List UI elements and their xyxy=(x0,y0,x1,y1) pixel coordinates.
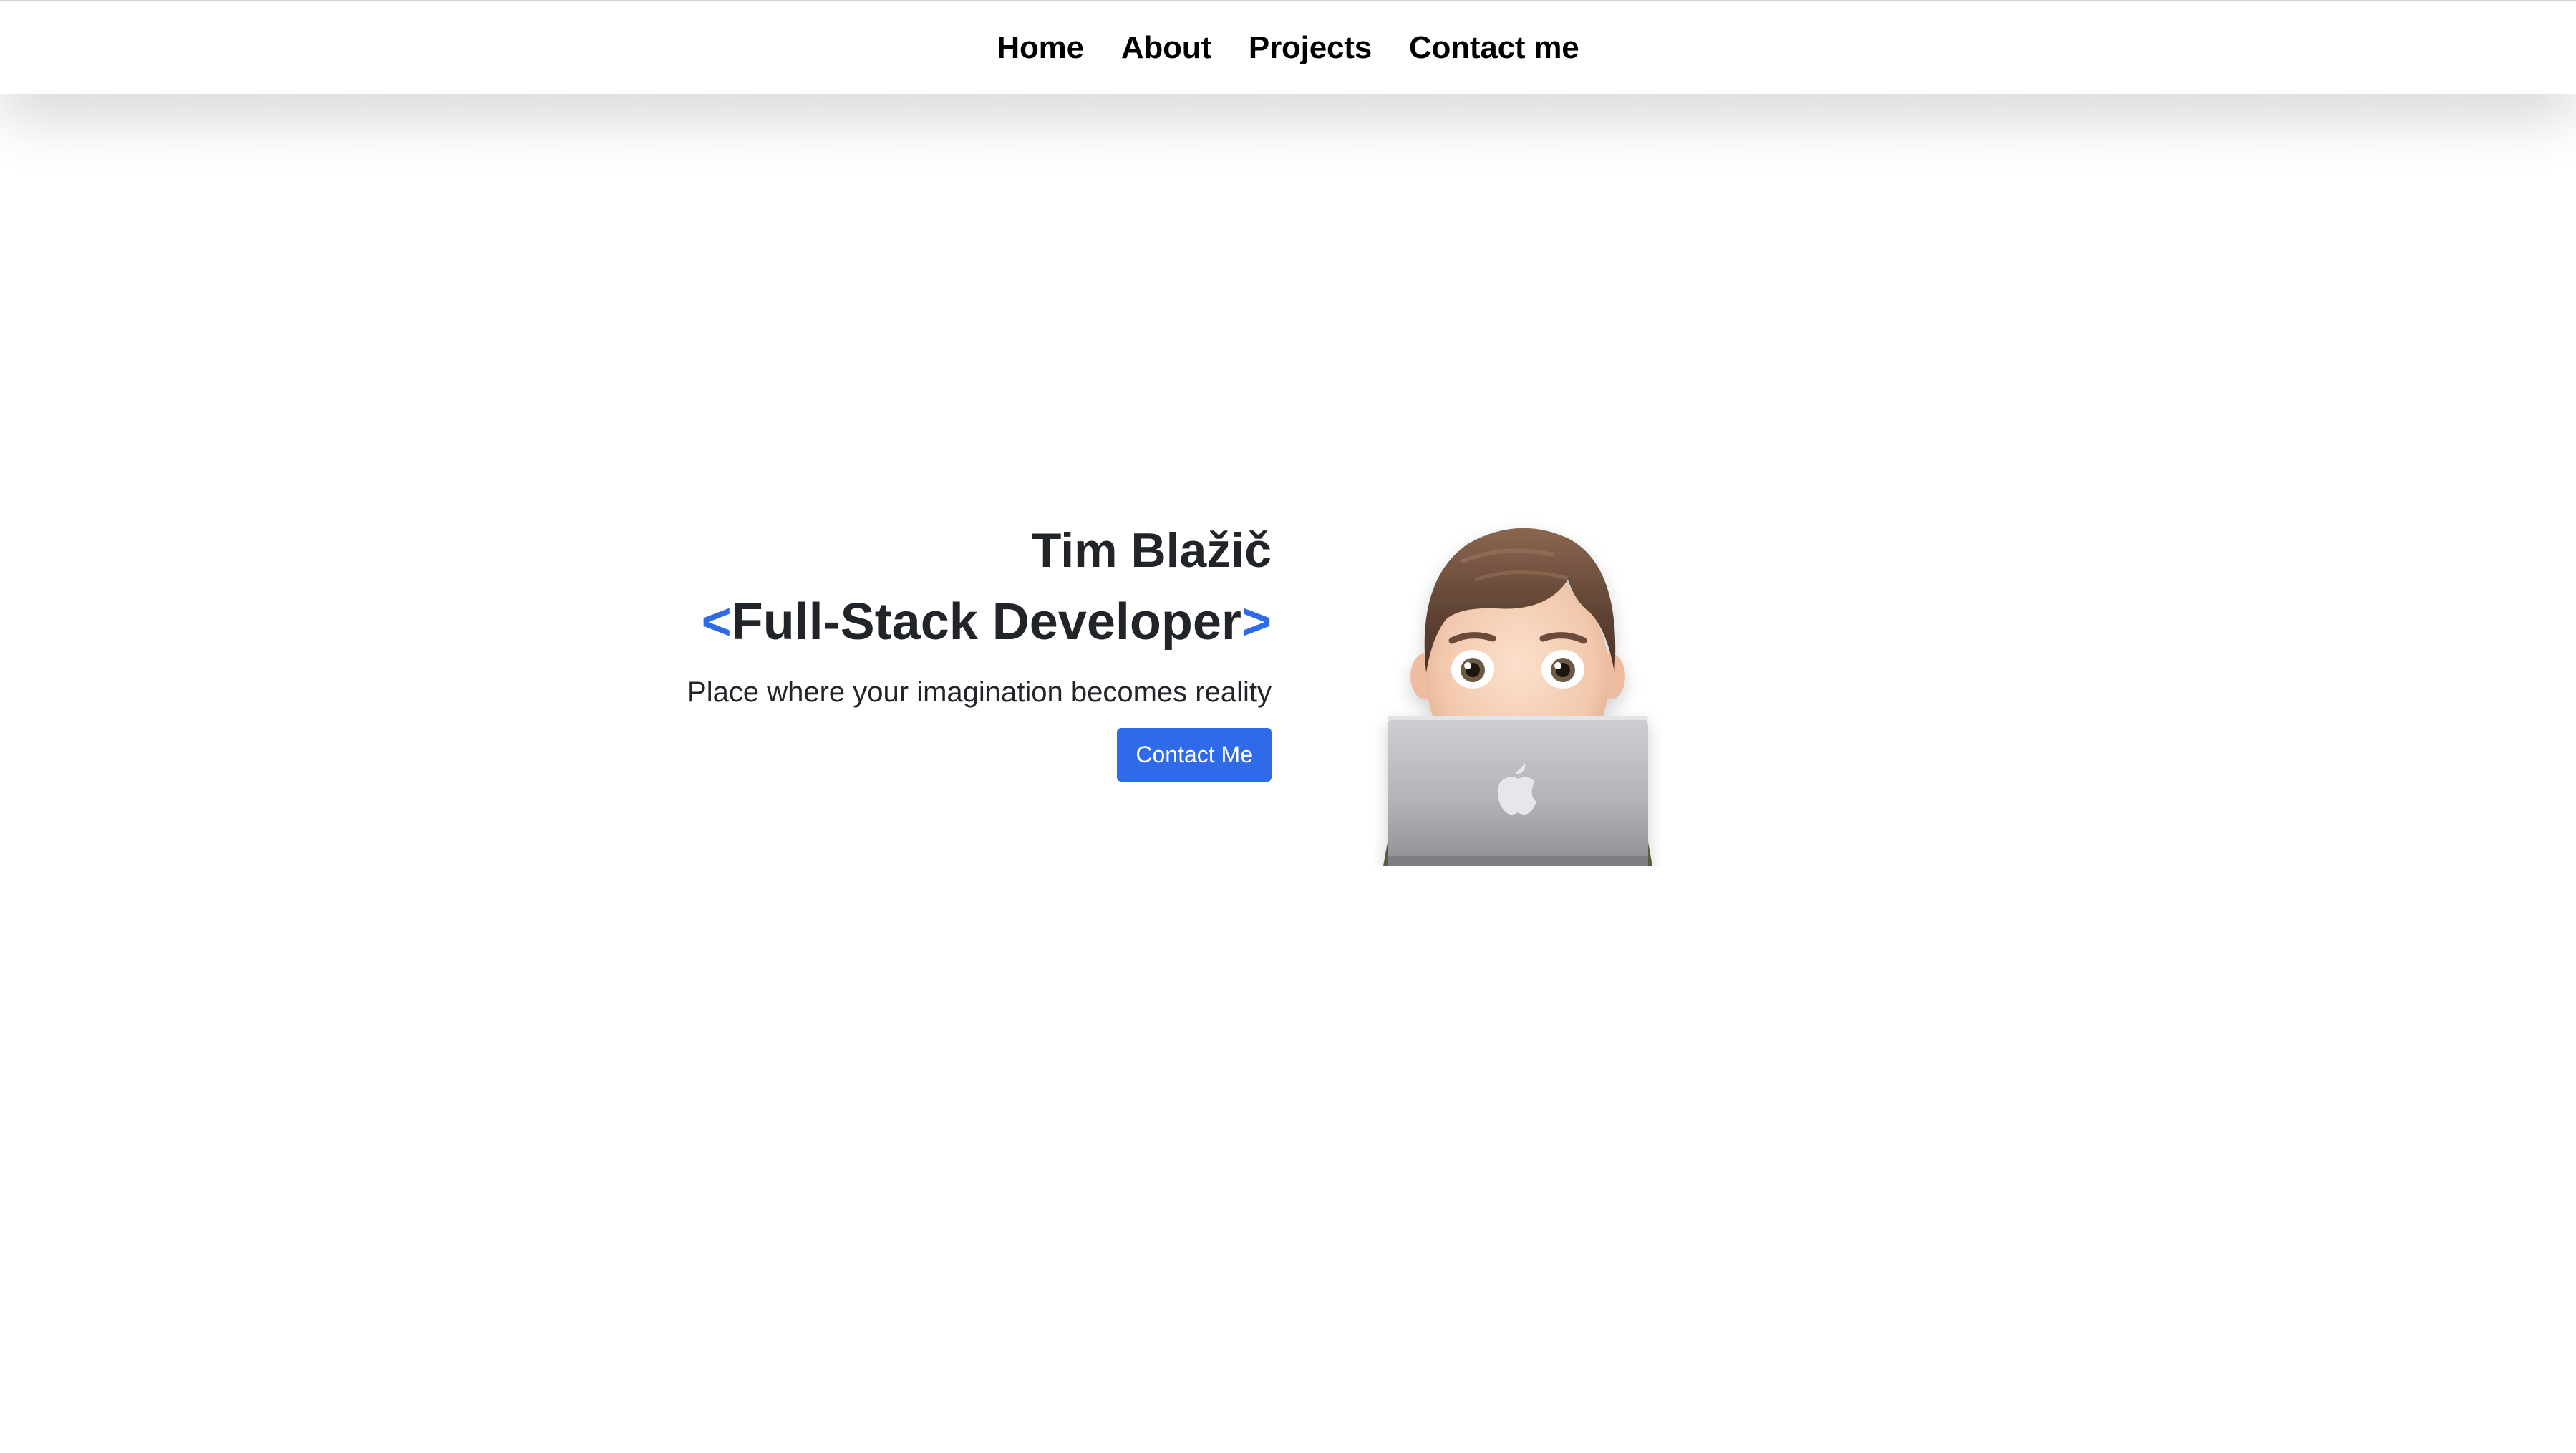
nav-about[interactable]: About xyxy=(1121,30,1211,66)
hero-role-title: <Full-Stack Developer> xyxy=(687,586,1272,658)
hero-intro: Tim Blažič <Full-Stack Developer> Place … xyxy=(687,519,1272,782)
contact-me-button[interactable]: Contact Me xyxy=(1117,728,1272,782)
role-close-bracket: > xyxy=(1241,593,1272,651)
role-open-bracket: < xyxy=(701,593,732,651)
top-navbar: Home About Projects Contact me xyxy=(0,1,2576,94)
memoji-laptop-icon xyxy=(1375,494,1661,866)
nav-home[interactable]: Home xyxy=(997,30,1084,66)
nav-contact-me[interactable]: Contact me xyxy=(1409,30,1579,66)
hero-tagline: Place where your imagination becomes rea… xyxy=(687,676,1272,708)
role-text: Full-Stack Developer xyxy=(731,593,1241,651)
page: Home About Projects Contact me Tim Blaži… xyxy=(0,0,2576,1453)
nav-projects[interactable]: Projects xyxy=(1249,30,1372,66)
hero-name: Tim Blažič xyxy=(1031,523,1272,578)
